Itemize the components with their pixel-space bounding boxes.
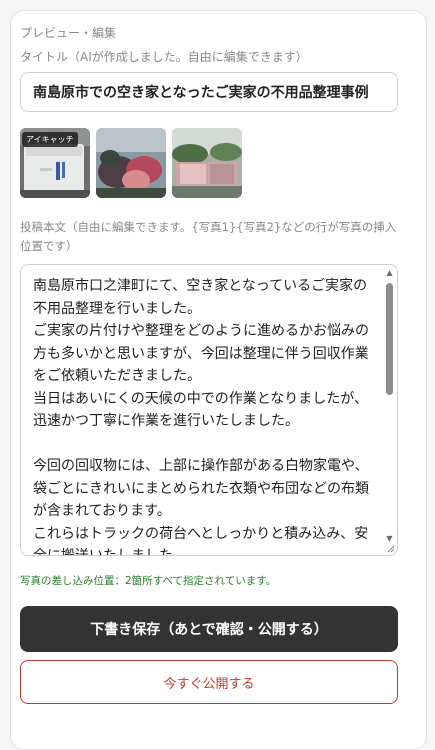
scroll-thumb[interactable] — [386, 283, 393, 395]
body-paragraph: これらはトラックの荷台へとしっかりと積み込み、安全に搬送いたしました。 — [33, 525, 369, 556]
body-text[interactable]: 南島原市口之津町にて、空き家となっているご実家の不用品整理を行いました。 ご実家… — [33, 275, 373, 556]
scroll-down-icon[interactable]: ▼ — [384, 533, 395, 545]
title-field-label: タイトル（AIが作成しました。自由に編集できます） — [20, 50, 308, 64]
body-blank-line — [33, 433, 373, 456]
body-scrollbar[interactable]: ▲ ▼ — [384, 267, 395, 553]
title-input[interactable] — [20, 72, 398, 112]
body-paragraph: 今回の回収物には、上部に操作部がある白物家電や、袋ごとにきれいにまとめられた衣類… — [33, 458, 369, 519]
resize-grip-icon[interactable] — [387, 545, 395, 553]
scroll-up-icon[interactable]: ▲ — [384, 267, 395, 279]
save-draft-button[interactable]: 下書き保存（あとで確認・公開する） — [20, 606, 398, 652]
eyecatch-badge: アイキャッチ — [22, 132, 78, 147]
thumbnail-1[interactable]: アイキャッチ — [20, 128, 90, 198]
body-field-label: 投稿本文（自由に編集できます。{写真1}{写真2}などの行が写真の挿入位置です） — [20, 220, 397, 253]
photo-placement-status: 写真の差し込み位置：2箇所すべて指定されています。 — [20, 575, 277, 587]
body-paragraph: 当日はあいにくの天候の中での作業となりましたが、迅速かつ丁寧に作業を進行いたしま… — [33, 390, 369, 430]
thumbnail-3[interactable] — [172, 128, 242, 198]
photo-thumbnails: アイキャッチ — [20, 128, 242, 198]
body-textarea[interactable]: 南島原市口之津町にて、空き家となっているご実家の不用品整理を行いました。 ご実家… — [20, 264, 398, 556]
thumbnail-2[interactable] — [96, 128, 166, 198]
body-paragraph: ご実家の片付けや整理をどのように進めるかお悩みの方も多いかと思いますが、今回は整… — [33, 323, 369, 384]
truck-load-photo-icon — [172, 128, 242, 198]
publish-now-button[interactable]: 今すぐ公開する — [20, 660, 398, 704]
bags-photo-icon — [96, 128, 166, 198]
section-label: プレビュー・編集 — [20, 26, 117, 40]
body-paragraph: 南島原市口之津町にて、空き家となっているご実家の不用品整理を行いました。 — [33, 278, 368, 317]
